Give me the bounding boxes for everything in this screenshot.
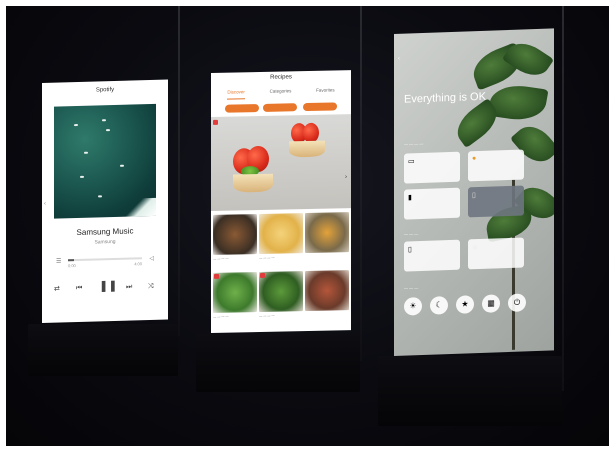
section-label: — — — [404, 231, 419, 237]
music-player-screen: Spotify ‹ Samsung Music Samsung ☰ ◁ 0:00… [42, 79, 168, 323]
shuffle-icon[interactable]: ⤨ [148, 283, 154, 291]
recipe-caption: — — — — [259, 255, 275, 260]
next-icon[interactable]: ⏭ [126, 283, 132, 291]
tv-icon: ▭ [408, 158, 415, 166]
stand-base [28, 324, 178, 376]
recipe-tile[interactable] [259, 213, 303, 254]
scene-button[interactable]: ★ [456, 295, 474, 314]
song-title: Samsung Music [76, 226, 134, 238]
time-total: 4:00 [134, 261, 142, 267]
album-art [54, 103, 156, 219]
recipe-tile[interactable] [213, 214, 257, 255]
section-label: — — — — [404, 140, 424, 147]
bulb-icon: ◉ [472, 244, 479, 252]
filter-chip[interactable] [263, 103, 297, 112]
scene-button[interactable]: ☀ [404, 297, 422, 316]
recipe-caption: — — — — [213, 314, 229, 319]
device-card[interactable]: ▯ [404, 239, 460, 272]
recipe-caption: — — — — [259, 313, 275, 318]
product-photo: Spotify ‹ Samsung Music Samsung ☰ ◁ 0:00… [6, 6, 609, 446]
recipes-title: Recipes [270, 74, 292, 81]
tab-discover[interactable]: Discover [227, 89, 245, 100]
filter-chip[interactable] [303, 102, 337, 112]
recipe-tile[interactable] [213, 272, 257, 313]
device-card-disconnected[interactable]: ▯ [468, 185, 524, 218]
back-icon[interactable]: ‹ [398, 56, 400, 62]
volume-icon[interactable]: ◁ [149, 255, 154, 262]
recipe-tile[interactable] [305, 212, 349, 254]
device-card[interactable]: ▮ [404, 187, 460, 220]
music-app-title: Spotify [95, 86, 115, 94]
home-headline: Everything is OK [404, 90, 486, 106]
featured-recipe-photo[interactable]: › [211, 114, 351, 211]
divider-line [360, 6, 362, 361]
lamp-icon: ● [472, 155, 477, 163]
device-card[interactable]: ▭ [404, 151, 460, 184]
recipe-caption: — — — — [213, 256, 229, 261]
recipe-grid: — — — — — — — — — — — — — — — — [211, 210, 351, 333]
recipe-tile[interactable] [259, 271, 303, 312]
section-label: — — — [404, 285, 419, 291]
filter-chip[interactable] [225, 103, 259, 113]
stand-base [378, 356, 562, 426]
progress-bar[interactable] [68, 257, 142, 262]
recipes-screen: Recipes Discover Categories Favorites › … [211, 70, 351, 334]
device-card[interactable]: ● [468, 149, 524, 182]
fridge-icon: ▯ [472, 192, 476, 200]
plug-icon: ▮ [408, 194, 412, 202]
pause-icon[interactable]: ❚❚ [99, 280, 117, 293]
tab-categories[interactable]: Categories [270, 88, 292, 98]
artist-name: Samsung [94, 238, 116, 246]
side-arrow-icon[interactable]: ‹ [44, 201, 46, 207]
smart-home-screen: ‹ Everything is OK — — — — ▭ ● ▮ ▯ — — —… [394, 28, 554, 356]
tab-favorites[interactable]: Favorites [316, 87, 335, 97]
recipe-tile[interactable] [305, 270, 349, 312]
previous-icon[interactable]: ⏮ [76, 285, 82, 293]
device-card[interactable]: ◉ [468, 237, 524, 270]
time-elapsed: 0:00 [68, 263, 76, 269]
scene-button[interactable]: ▦ [482, 294, 500, 313]
next-arrow-icon[interactable]: › [345, 174, 347, 180]
recipes-tabs: Discover Categories Favorites [215, 87, 347, 100]
divider-line [178, 6, 180, 336]
repeat-icon[interactable]: ⇄ [54, 286, 60, 294]
divider-line [562, 6, 564, 391]
stand-base [196, 334, 360, 392]
scene-button[interactable]: ☾ [430, 296, 448, 315]
scene-button[interactable]: ⏻ [508, 293, 526, 313]
playlist-icon[interactable]: ☰ [56, 257, 61, 264]
phone-icon: ▯ [408, 246, 412, 254]
